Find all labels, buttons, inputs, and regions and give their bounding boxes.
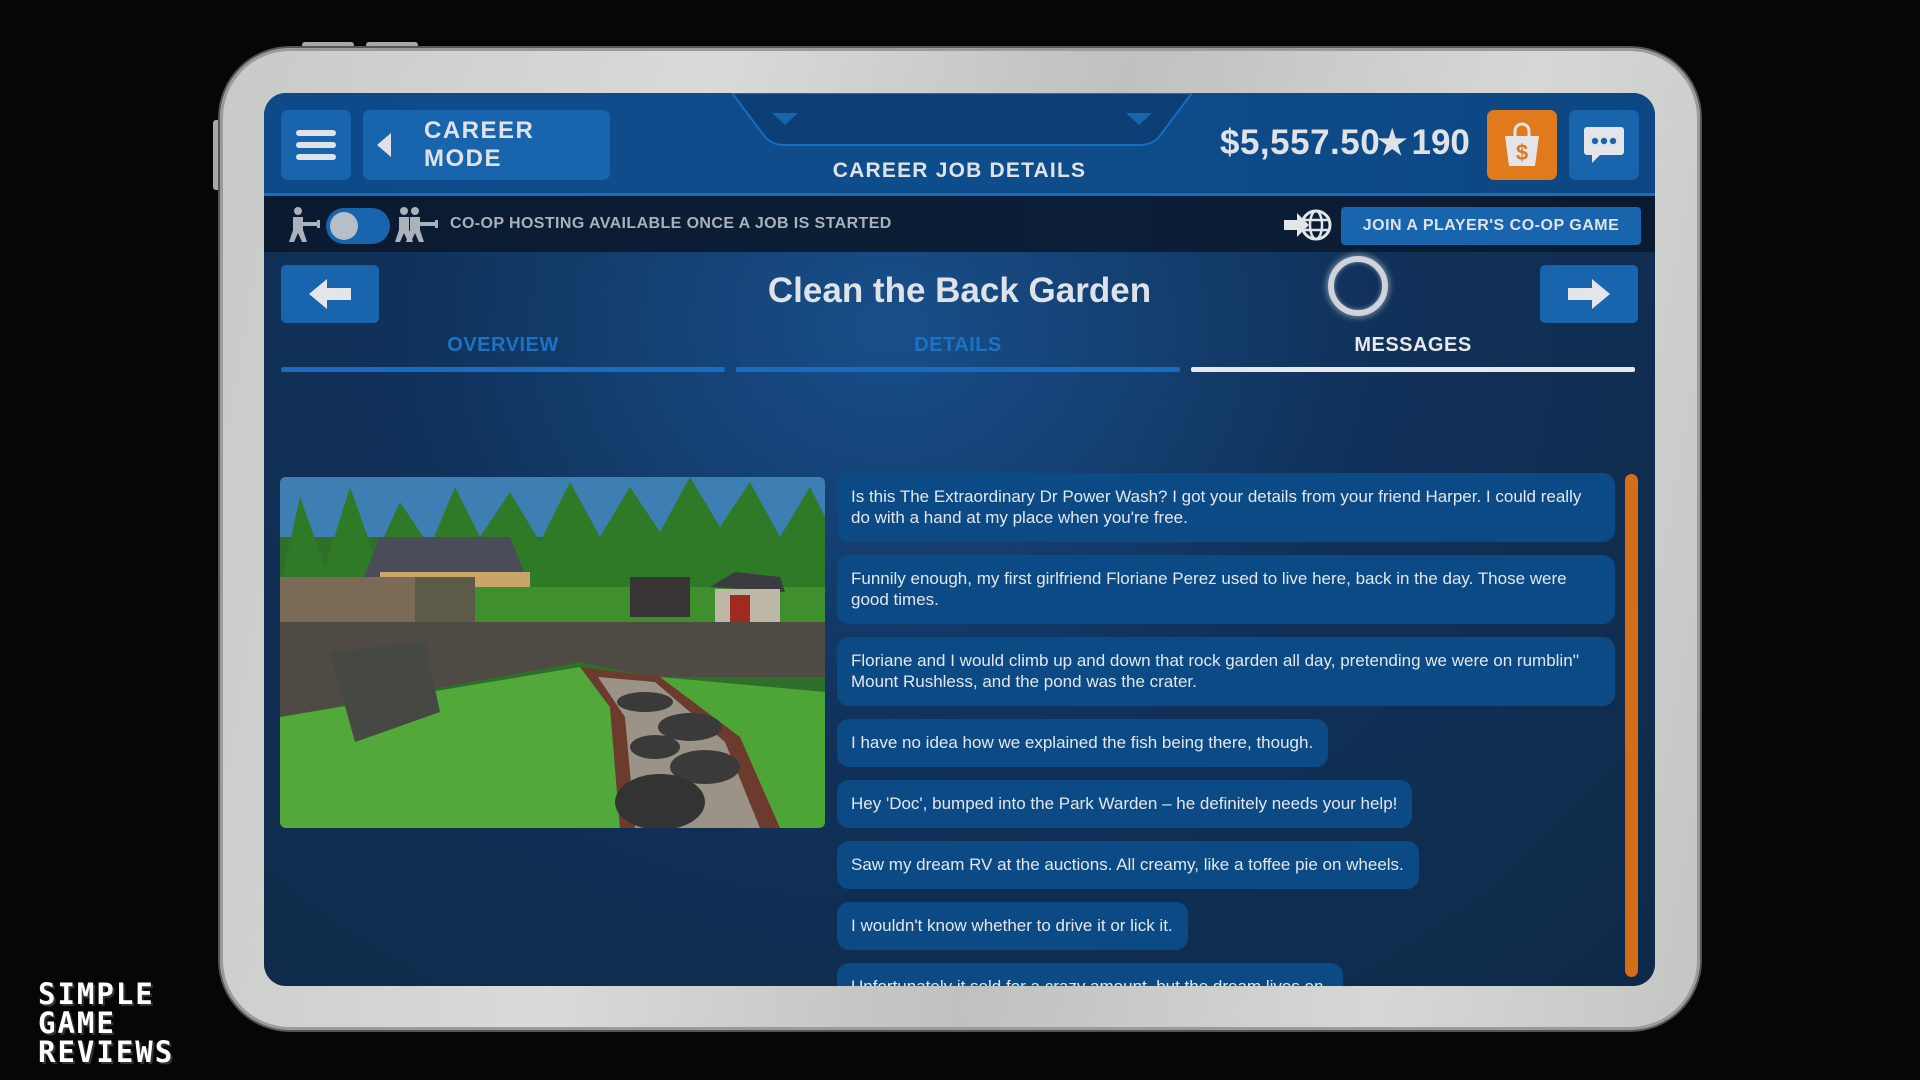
coop-hosting-message: CO-OP HOSTING AVAILABLE ONCE A JOB IS ST… (450, 215, 892, 232)
shop-button[interactable]: $ (1487, 110, 1557, 180)
watermark-line: SIMPLE (38, 977, 155, 1011)
star-icon: ★ (1377, 124, 1408, 162)
message-bubble: Saw my dream RV at the auctions. All cre… (837, 841, 1419, 889)
chat-bubble-icon (1584, 127, 1624, 163)
coop-bar: CO-OP HOSTING AVAILABLE ONCE A JOB IS ST… (264, 196, 1655, 252)
top-header: CAREER MODE CAREER JOB DETAILS $5,557.50… (264, 93, 1655, 196)
back-caret-icon (377, 133, 391, 157)
join-coop-button[interactable]: JOIN A PLAYER'S CO-OP GAME (1341, 207, 1641, 245)
star-count: 190 (1411, 123, 1470, 162)
tab-messages-label: MESSAGES (1354, 334, 1472, 356)
messages-scrollbar[interactable] (1625, 474, 1638, 977)
job-location-image (280, 477, 825, 828)
join-globe-icon (1284, 209, 1332, 241)
job-tabs: OVERVIEW DETAILS MESSAGES (281, 332, 1641, 372)
watermark-logo: SIMPLE GAME REVIEWS (38, 980, 174, 1067)
loading-spinner-icon (1328, 256, 1388, 316)
next-job-button[interactable] (1540, 265, 1638, 323)
header-notch (730, 93, 1194, 148)
message-bubble: Funnily enough, my first girlfriend Flor… (837, 555, 1615, 624)
multiplayer-icon (395, 207, 438, 242)
message-bubble: Hey 'Doc', bumped into the Park Warden –… (837, 780, 1413, 828)
toggle-knob (330, 212, 358, 240)
job-details-panel: Clean the Back Garden OVERVIEW DETAILS M… (264, 252, 1655, 986)
message-bubble: Floriane and I would climb up and down t… (837, 637, 1615, 706)
coop-toggle[interactable] (326, 208, 390, 244)
chat-button[interactable] (1569, 110, 1639, 180)
tab-details-label: DETAILS (914, 334, 1002, 356)
message-bubble: Unfortunately it sold for a crazy amount… (837, 963, 1344, 986)
watermark-line: REVIEWS (38, 1035, 175, 1069)
tab-overview-label: OVERVIEW (447, 334, 559, 356)
tablet-side-button (213, 120, 220, 190)
watermark-line: GAME (38, 1006, 116, 1040)
tab-underline (736, 367, 1180, 372)
message-bubble: I have no idea how we explained the fish… (837, 719, 1329, 767)
message-bubble: I wouldn't know whether to drive it or l… (837, 902, 1188, 950)
tab-overview[interactable]: OVERVIEW (281, 332, 725, 372)
shopping-bag-dollar-icon: $ (1505, 122, 1539, 166)
arrow-right-icon (1568, 279, 1610, 309)
single-player-icon (289, 207, 320, 242)
tab-underline (281, 367, 725, 372)
tab-underline (1191, 367, 1635, 372)
tab-details[interactable]: DETAILS (736, 332, 1180, 372)
tab-messages[interactable]: MESSAGES (1191, 332, 1635, 372)
svg-text:$: $ (1516, 140, 1528, 165)
star-rating: ★ 190 (1377, 123, 1470, 163)
money-balance: $5,557.50 (1220, 123, 1381, 162)
tablet-screen: CAREER MODE CAREER JOB DETAILS $5,557.50… (264, 93, 1655, 986)
message-bubble: Is this The Extraordinary Dr Power Wash?… (837, 473, 1615, 542)
job-title: Clean the Back Garden (767, 271, 1152, 310)
messages-list: Is this The Extraordinary Dr Power Wash?… (837, 473, 1622, 986)
